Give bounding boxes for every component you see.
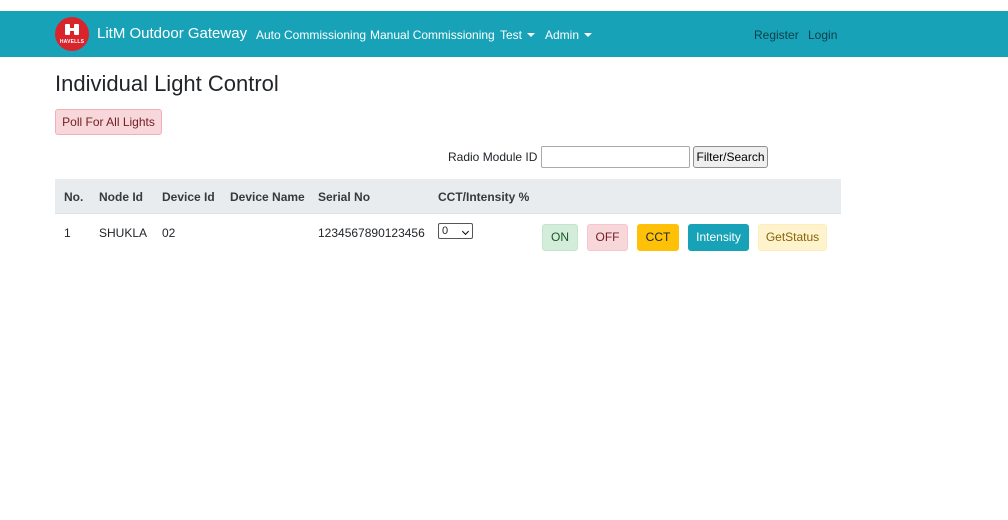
register-link[interactable]: Register <box>754 28 799 42</box>
nav-auto-commissioning[interactable]: Auto Commissioning <box>256 28 366 42</box>
on-button[interactable]: ON <box>542 224 578 251</box>
radio-module-id-label: Radio Module ID : <box>448 150 545 164</box>
page-title: Individual Light Control <box>55 71 279 96</box>
header-cct-intensity: CCT/Intensity % <box>438 190 530 204</box>
havells-logo-icon <box>65 24 79 35</box>
off-button[interactable]: OFF <box>587 224 628 251</box>
nav-manual-commissioning[interactable]: Manual Commissioning <box>370 28 495 42</box>
chevron-down-icon <box>527 33 536 37</box>
cell-node-id: SHUKLA <box>99 226 148 240</box>
filter-search-button[interactable]: Filter/Search <box>693 146 768 168</box>
table-header: No. Node Id Device Id Device Name Serial… <box>55 179 841 214</box>
get-status-button[interactable]: GetStatus <box>758 224 827 251</box>
top-navbar: HAVELLS LitM Outdoor Gateway Auto Commis… <box>0 11 1008 57</box>
table-row: 1 SHUKLA 02 1234567890123456 0 ON OFF CC… <box>55 215 841 257</box>
cct-button[interactable]: CCT <box>637 224 679 251</box>
poll-all-lights-button[interactable]: Poll For All Lights <box>55 109 162 135</box>
header-no: No. <box>64 190 84 204</box>
header-node-id: Node Id <box>99 190 143 204</box>
nav-test-dropdown[interactable]: Test <box>500 28 536 42</box>
header-serial-no: Serial No <box>318 190 371 204</box>
nav-admin-dropdown[interactable]: Admin <box>545 28 593 42</box>
chevron-down-icon <box>584 33 593 37</box>
login-link[interactable]: Login <box>808 28 837 42</box>
brand-link[interactable]: LitM Outdoor Gateway <box>97 25 247 42</box>
logo-text: HAVELLS <box>59 39 85 45</box>
header-device-id: Device Id <box>162 190 215 204</box>
intensity-button[interactable]: Intensity <box>688 224 749 251</box>
havells-logo[interactable]: HAVELLS <box>55 17 89 51</box>
cell-no: 1 <box>64 226 71 240</box>
cct-intensity-value: 0 <box>442 225 449 237</box>
cell-device-id: 02 <box>162 226 176 240</box>
nav-admin-label: Admin <box>545 28 580 42</box>
cct-intensity-select[interactable]: 0 <box>438 223 473 239</box>
radio-module-id-input[interactable] <box>541 146 690 168</box>
header-device-name: Device Name <box>230 190 305 204</box>
cell-serial-no: 1234567890123456 <box>318 226 425 240</box>
nav-test-label: Test <box>500 28 523 42</box>
chevron-down-icon <box>461 227 470 236</box>
